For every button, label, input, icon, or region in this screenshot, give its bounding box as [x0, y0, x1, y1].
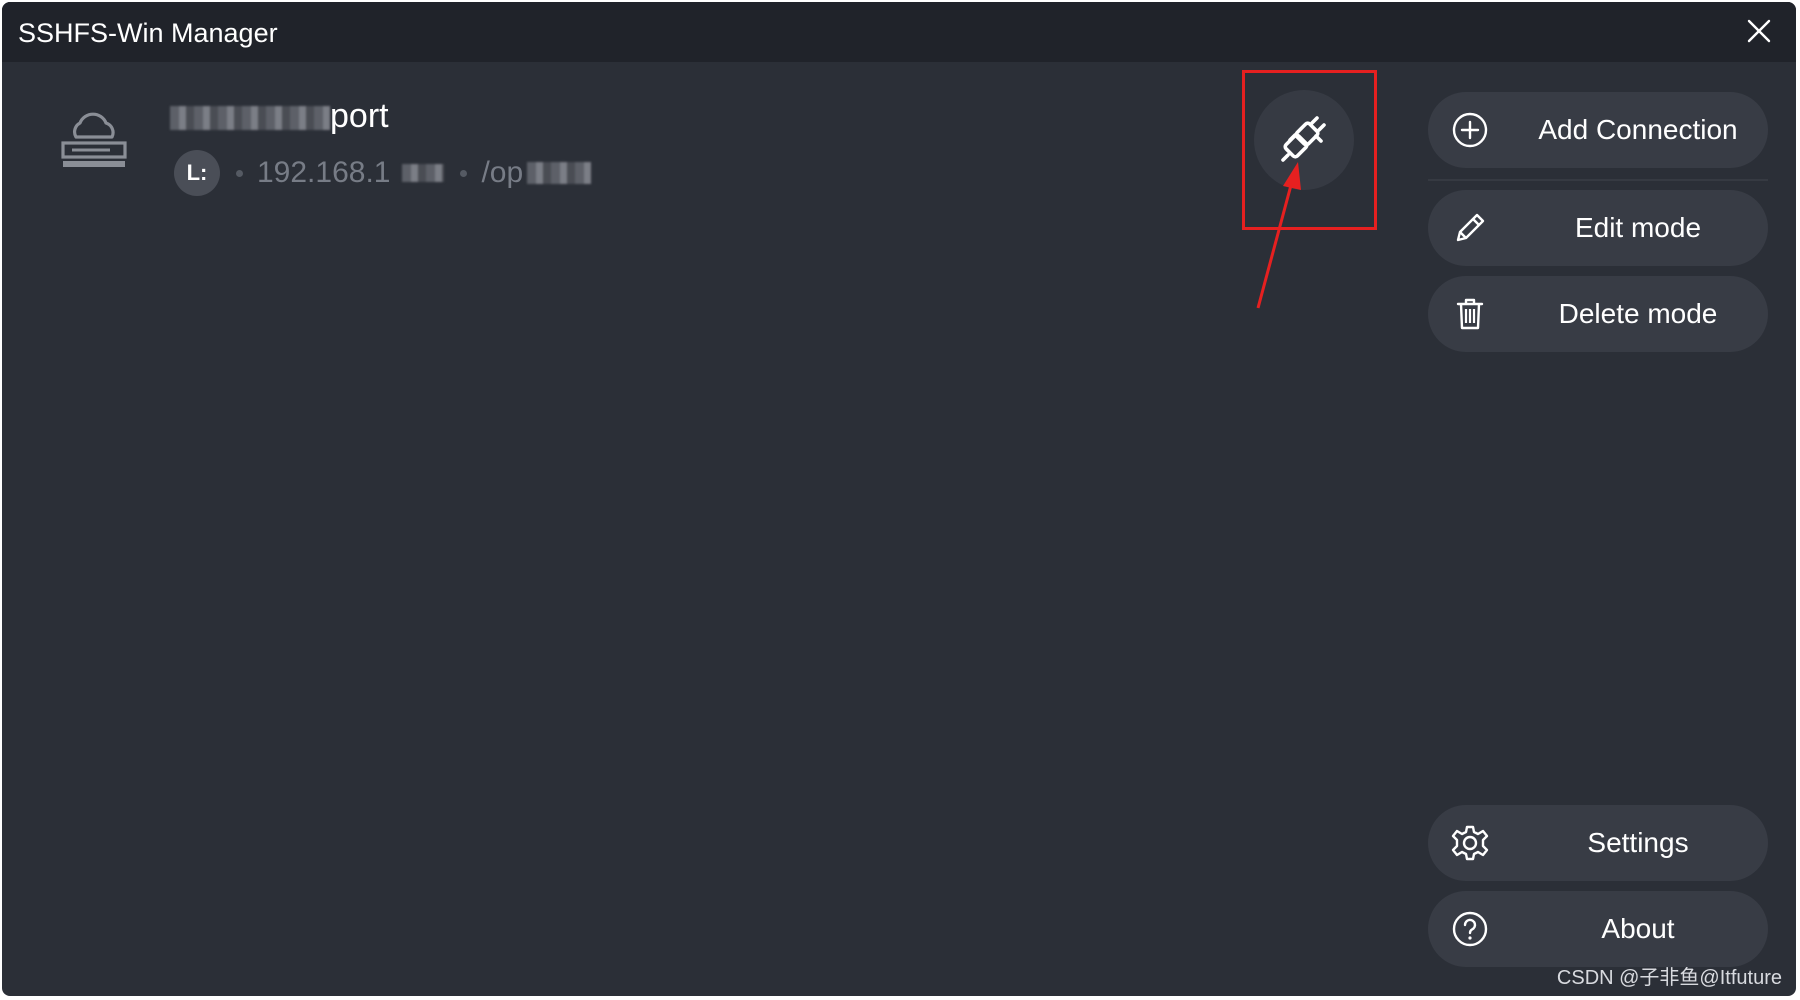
separator-dot [236, 169, 243, 177]
delete-mode-label: Delete mode [1558, 298, 1718, 329]
settings-button[interactable]: Settings [1428, 805, 1768, 881]
window-title: SSHFS-Win Manager [18, 18, 278, 48]
cloud-drive-icon [61, 112, 127, 167]
about-label: About [1601, 913, 1675, 944]
connection-name: port [170, 97, 389, 136]
connection-host: 192.168.1 [257, 156, 391, 189]
redacted-text [527, 162, 592, 184]
add-connection-button[interactable]: Add Connection [1428, 92, 1768, 168]
close-button[interactable] [1744, 16, 1774, 46]
connection-path: /op [481, 156, 524, 189]
connection-meta: L: 192.168.1 /op [174, 150, 592, 196]
add-connection-label: Add Connection [1538, 114, 1738, 145]
redacted-text [170, 106, 330, 131]
about-button[interactable]: About [1428, 891, 1768, 967]
settings-label: Settings [1587, 827, 1689, 858]
gear-icon [1451, 825, 1489, 861]
delete-mode-button[interactable]: Delete mode [1428, 276, 1768, 352]
title-bar: SSHFS-Win Manager [2, 2, 1796, 62]
connection-name-visible: port [330, 97, 389, 135]
trash-icon [1456, 298, 1484, 330]
app-window: SSHFS-Win Manager port L: 192.168.1 /op [2, 2, 1796, 996]
edit-mode-label: Edit mode [1574, 212, 1702, 243]
watermark: CSDN @子非鱼@Itfuture [1556, 967, 1782, 989]
drive-letter-badge: L: [174, 150, 220, 196]
separator-dot [460, 169, 468, 177]
edit-mode-button[interactable]: Edit mode [1428, 190, 1768, 266]
help-circle-icon [1452, 911, 1488, 947]
pencil-icon [1456, 213, 1485, 242]
redacted-text [402, 164, 445, 182]
plus-circle-icon [1452, 112, 1488, 148]
arrow-annotation [1256, 162, 1301, 309]
divider [1428, 179, 1768, 181]
close-icon [1747, 19, 1771, 43]
